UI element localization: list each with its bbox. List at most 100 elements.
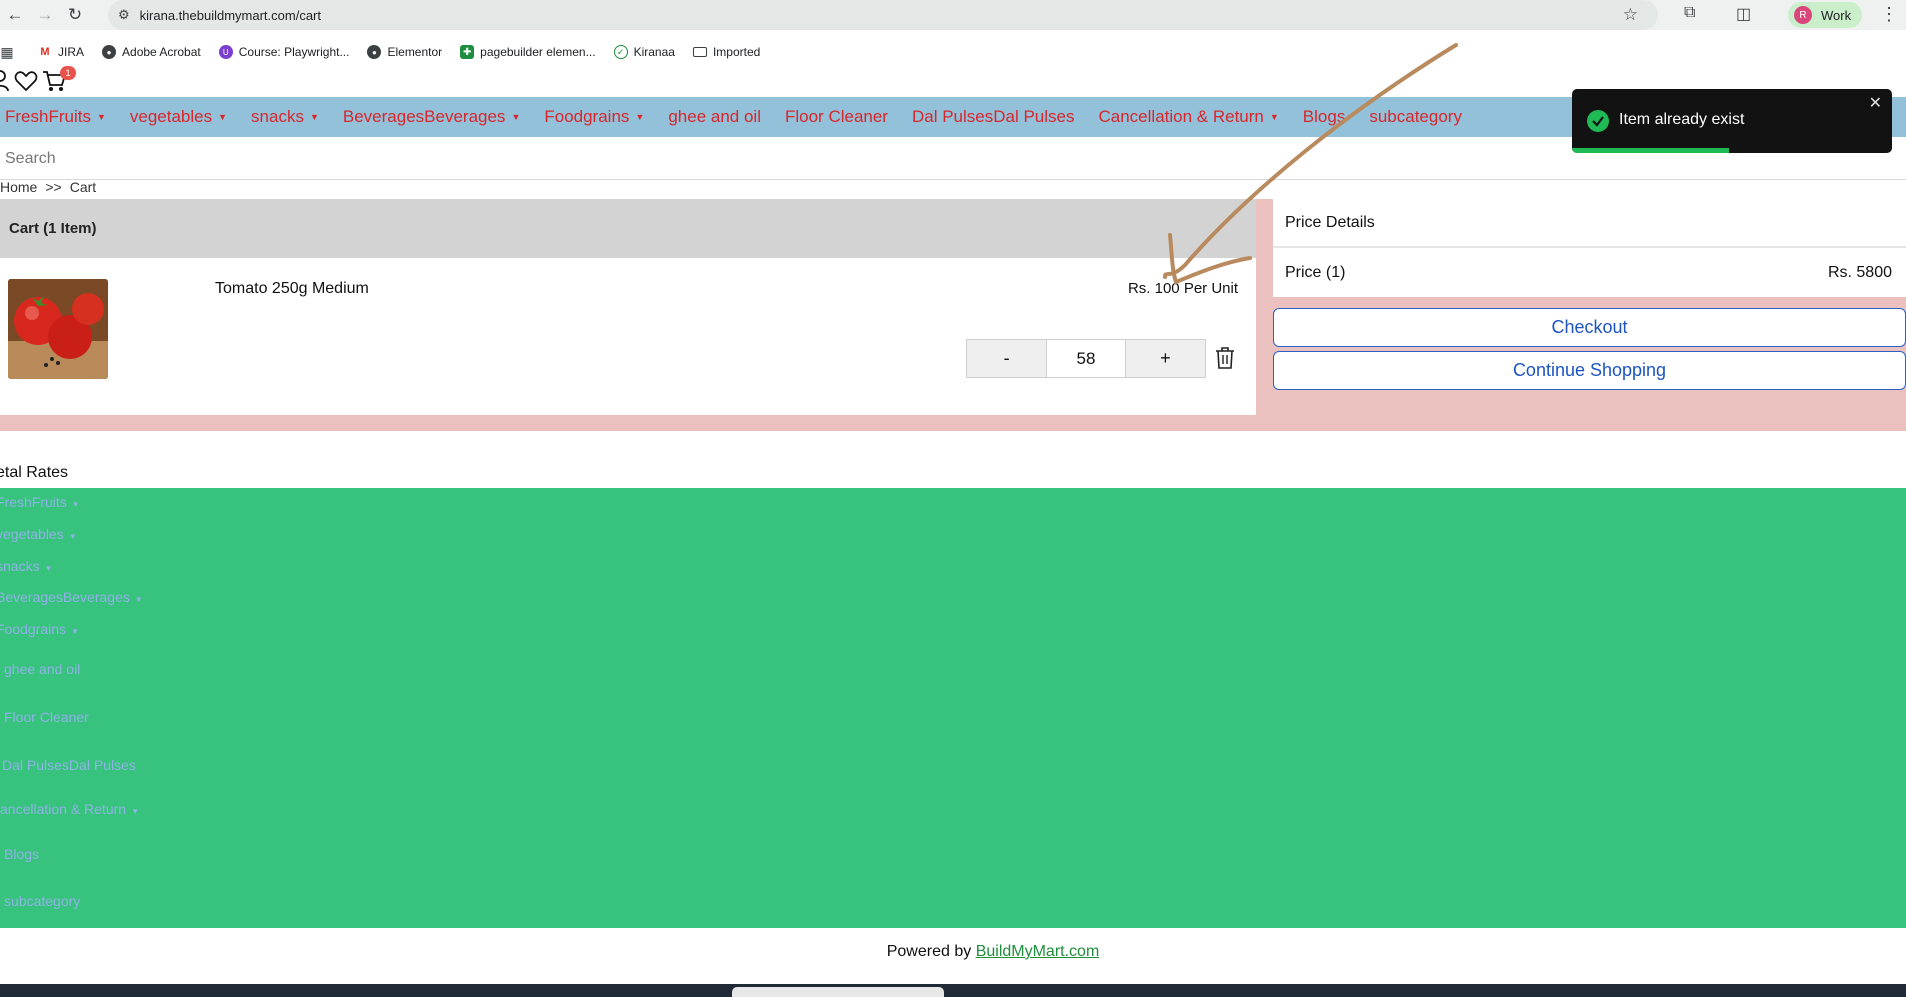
chevron-down-icon: ▼ [131, 807, 139, 816]
footer: Powered by BuildMyMart.com [0, 943, 1906, 961]
chevron-down-icon: ▼ [68, 532, 77, 541]
chevron-down-icon: ▼ [511, 112, 521, 122]
menu-item-ghee-and-oil[interactable]: ghee and oil [663, 107, 766, 127]
bookmarks-bar: ▦ M JIRA ● Adobe Acrobat U Course: Playwrig… [0, 38, 1906, 66]
toast-progress-bar [1572, 148, 1729, 153]
price-value: Rs. 5800 [1827, 263, 1892, 281]
menu-item-cancellation-return[interactable]: Cancellation & Return ▼ [1094, 107, 1284, 127]
sheets-icon: ✚ [460, 45, 475, 59]
chevron-down-icon: ▼ [218, 112, 228, 122]
footer-link-foodgrains[interactable]: Foodgrains ▼ [0, 621, 79, 637]
user-icon[interactable] [0, 70, 10, 97]
taskbar-search-box[interactable] [732, 987, 944, 997]
metal-rates-menu: FreshFruits ▼ vegetables ▼ snacks ▼ Beverag… [0, 488, 1906, 928]
check-icon: ✓ [613, 45, 628, 59]
footer-link-subcategory[interactable]: subcategory [4, 893, 80, 909]
bookmark-course-playwright[interactable]: U Course: Playwright... [218, 45, 349, 59]
web-page: 1 FreshFruits ▼ vegetables ▼ snacks ▼ Bever… [0, 66, 1906, 997]
menu-item-blogs[interactable]: Blogs [1298, 107, 1351, 127]
bookmark-adobe-acrobat[interactable]: ● Adobe Acrobat [102, 45, 201, 59]
search-input[interactable] [5, 149, 605, 168]
cart-icon[interactable]: 1 [42, 66, 76, 97]
header-icons: 1 [0, 66, 76, 98]
success-check-icon [1587, 110, 1609, 132]
bookmark-jira[interactable]: M JIRA [38, 45, 84, 59]
chevron-down-icon: ▼ [134, 595, 143, 604]
menu-item-beverages[interactable]: BeveragesBeverages ▼ [338, 107, 525, 127]
breadcrumb-current: Cart [69, 179, 97, 195]
bookmark-kiranaa[interactable]: ✓ Kiranaa [613, 45, 675, 59]
forward-button[interactable]: → [30, 0, 60, 30]
footer-link-beverages[interactable]: BeveragesBeverages ▼ [0, 589, 143, 605]
apps-icon[interactable]: ▦ [0, 44, 20, 60]
checkout-button[interactable]: Checkout [1273, 308, 1906, 347]
footer-buildmymart-link[interactable]: BuildMyMart.com [976, 943, 1100, 960]
extensions-icon[interactable]: ⧉ [1684, 4, 1695, 22]
quantity-value[interactable]: 58 [1046, 340, 1126, 377]
chevron-down-icon: ▼ [309, 112, 319, 122]
url-text: kirana.thebuildmymart.com/cart [139, 7, 321, 23]
footer-link-cancellation-return[interactable]: ancellation & Return ▼ [0, 801, 139, 817]
breadcrumb-separator: >> [45, 179, 62, 195]
site-settings-icon[interactable]: ⚙ [118, 7, 130, 23]
bookmark-star-icon[interactable]: ☆ [1623, 5, 1638, 25]
cart-count-badge: 1 [60, 66, 76, 80]
address-bar[interactable]: ⚙ kirana.thebuildmymart.com/cart ☆ [108, 0, 1658, 30]
bookmark-imported[interactable]: Imported [692, 45, 760, 59]
os-taskbar [0, 984, 1906, 997]
breadcrumb: Home >> Cart [0, 179, 104, 195]
price-label: Price (1) [1285, 263, 1346, 281]
heart-icon[interactable] [14, 70, 38, 97]
metal-rates-title: etal Rates [0, 464, 69, 481]
toast-notification: Item already exist ✕ [1572, 89, 1892, 153]
cart-header: Cart (1 Item) [0, 199, 1256, 258]
menu-item-vegetables[interactable]: vegetables ▼ [125, 107, 232, 127]
chevron-down-icon: ▼ [71, 500, 80, 509]
menu-item-freshfruits[interactable]: FreshFruits ▼ [0, 107, 111, 127]
back-button[interactable]: ← [0, 0, 30, 30]
product-unit-price: Rs. 100 Per Unit [1127, 280, 1238, 297]
price-details-panel: Price Details Price (1) Rs. 5800 [1273, 199, 1906, 297]
increase-quantity-button[interactable]: + [1125, 340, 1205, 377]
footer-powered-by: Powered by [886, 943, 972, 960]
footer-link-snacks[interactable]: snacks ▼ [0, 558, 53, 574]
more-menu-icon[interactable]: ⋮ [1880, 4, 1898, 25]
footer-link-freshfruits[interactable]: FreshFruits ▼ [0, 494, 80, 510]
chevron-down-icon: ▼ [635, 112, 645, 122]
bookmark-pagebuilder[interactable]: ✚ pagebuilder elemen... [460, 45, 596, 59]
footer-link-blogs[interactable]: Blogs [4, 846, 39, 862]
reload-button[interactable]: ↻ [60, 0, 90, 30]
globe-icon: ● [102, 45, 117, 59]
continue-shopping-button[interactable]: Continue Shopping [1273, 351, 1906, 390]
toast-message: Item already exist [1619, 111, 1745, 128]
menu-item-dal-pulses[interactable]: Dal PulsesDal Pulses [907, 107, 1080, 127]
footer-link-vegetables[interactable]: vegetables ▼ [0, 526, 77, 542]
bookmark-elementor[interactable]: ● Elementor [367, 45, 442, 59]
menu-item-floor-cleaner[interactable]: Floor Cleaner [780, 107, 893, 127]
product-name[interactable]: Tomato 250g Medium [215, 280, 369, 298]
avatar: R [1794, 6, 1812, 24]
price-row: Price (1) Rs. 5800 [1273, 248, 1906, 297]
cart-panel: Cart (1 Item) Tomato 250g Medium Rs. 100 [0, 199, 1256, 415]
trash-icon[interactable] [1214, 346, 1236, 370]
globe-icon: ● [367, 45, 382, 59]
profile-chip[interactable]: R Work [1788, 2, 1862, 28]
footer-link-floor-cleaner[interactable]: Floor Cleaner [4, 709, 89, 725]
menu-item-foodgrains[interactable]: Foodgrains ▼ [539, 107, 649, 127]
breadcrumb-home[interactable]: Home [0, 179, 37, 195]
footer-link-dal-pulses[interactable]: Dal PulsesDal Pulses [2, 757, 136, 773]
close-icon[interactable]: ✕ [1869, 93, 1882, 113]
menu-item-subcategory[interactable]: subcategory [1364, 107, 1467, 127]
menu-item-snacks[interactable]: snacks ▼ [246, 107, 324, 127]
quantity-stepper: - 58 + [966, 339, 1206, 378]
profile-label: Work [1821, 7, 1852, 23]
footer-link-ghee-and-oil[interactable]: ghee and oil [4, 661, 80, 677]
chevron-down-icon: ▼ [71, 627, 79, 636]
product-image[interactable] [8, 279, 108, 379]
chevron-down-icon: ▼ [96, 112, 106, 122]
price-details-title: Price Details [1273, 199, 1906, 248]
decrease-quantity-button[interactable]: - [967, 340, 1047, 377]
cart-section: Cart (1 Item) Tomato 250g Medium Rs. 100 [0, 199, 1906, 431]
chevron-down-icon: ▼ [44, 564, 53, 573]
sidepanel-icon[interactable]: ◫ [1736, 4, 1751, 24]
